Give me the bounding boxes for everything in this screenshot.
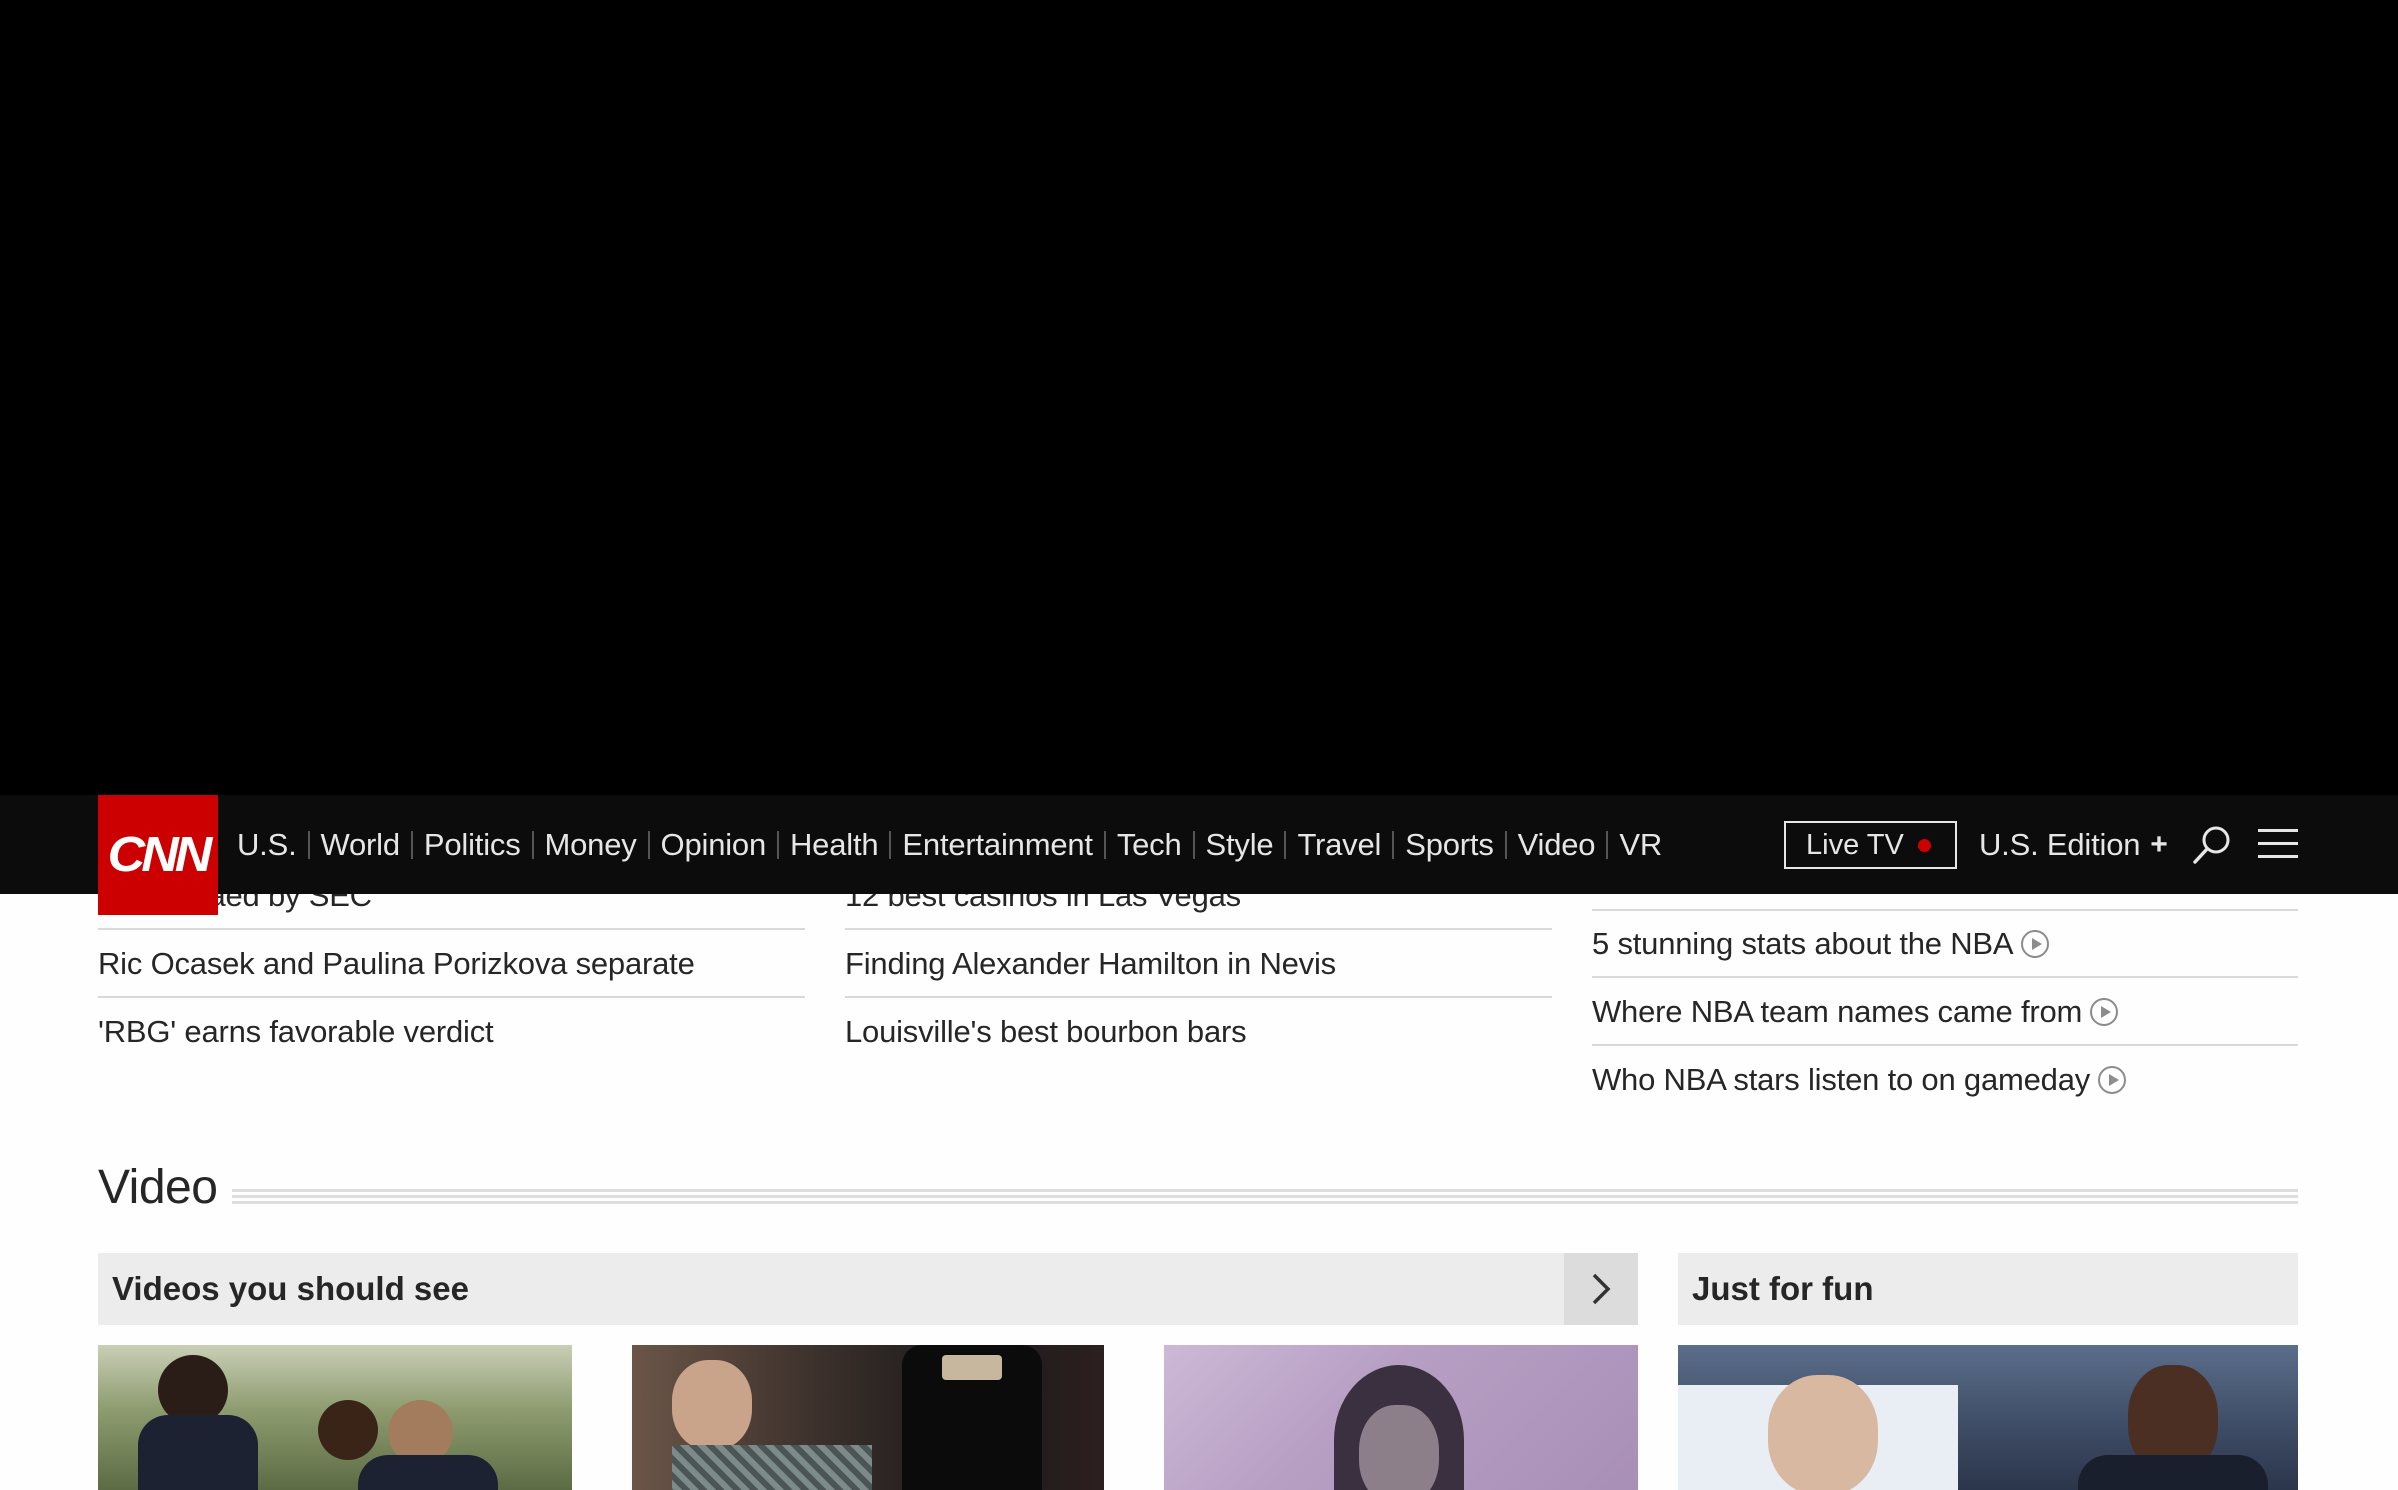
chevron-right-icon [1592,1273,1611,1305]
nav-separator [1504,830,1507,859]
nav-entertainment[interactable]: Entertainment [902,827,1093,863]
divider [845,996,1552,998]
divider [845,928,1552,930]
nav-politics[interactable]: Politics [424,827,521,863]
thumbnail-figure [1768,1375,1878,1490]
story-link[interactable]: Where NBA team names came from [1592,994,2298,1030]
nav-tech[interactable]: Tech [1117,827,1182,863]
nav-vr[interactable]: VR [1619,827,1662,863]
nav-separator [889,830,892,859]
search-icon[interactable] [2190,823,2234,867]
divider [1592,976,2298,978]
nav-world[interactable]: World [321,827,401,863]
story-link[interactable]: Ric Ocasek and Paulina Porizkova separat… [98,946,805,982]
story-link[interactable]: Finding Alexander Hamilton in Nevis [845,946,1552,982]
nav-sports[interactable]: Sports [1405,827,1494,863]
logo-text: CNN [107,827,213,883]
play-icon [2021,929,2050,958]
nav-separator [1284,830,1287,859]
nav-us[interactable]: U.S. [237,827,297,863]
story-text: Where NBA team names came from [1592,994,2083,1029]
play-icon [2098,1065,2127,1094]
thumbnail-figure [318,1400,378,1460]
nav-separator [777,830,779,859]
divider [1592,909,2298,911]
hamburger-menu-icon[interactable] [2258,829,2298,861]
live-tv-button[interactable]: Live TV [1784,821,1957,869]
thumbnail-figure [2078,1455,2268,1490]
video-thumbnail[interactable] [1164,1345,1638,1490]
nav-links: U.S. World Politics Money Opinion Health… [237,795,1662,894]
divider [1592,1044,2298,1046]
plus-icon: + [2150,827,2168,861]
divider [98,996,805,998]
thumbnail-figure [672,1360,752,1450]
nav-separator [1606,830,1609,859]
nav-style[interactable]: Style [1206,827,1274,863]
nav-separator [647,830,650,859]
nav-separator [1192,830,1195,859]
live-tv-label: Live TV [1806,828,1904,861]
play-icon [2090,997,2119,1026]
nav-money[interactable]: Money [545,827,637,863]
thumbnail-figure [358,1455,498,1490]
thumbnail-figure [672,1445,872,1490]
nav-opinion[interactable]: Opinion [661,827,767,863]
edition-label: U.S. Edition [1979,826,2141,862]
nav-separator [531,830,534,859]
story-link[interactable]: Who NBA stars listen to on gameday [1592,1062,2298,1098]
nav-video[interactable]: Video [1518,827,1596,863]
story-link[interactable]: 5 stunning stats about the NBA [1592,926,2298,962]
nav-separator [1392,830,1395,859]
nav-separator [410,830,413,859]
story-link[interactable]: Louisville's best bourbon bars [845,1014,1552,1050]
cnn-logo[interactable]: CNN [98,795,218,915]
video-thumbnail[interactable] [632,1345,1104,1490]
nav-separator [1103,830,1106,859]
live-dot-icon [1918,839,1931,852]
video-ad-area[interactable] [0,0,2398,795]
thumbnail-figure [1359,1405,1439,1490]
section-rule [232,1189,2298,1207]
story-text: Who NBA stars listen to on gameday [1592,1062,2091,1097]
videos-carousel-header: Videos you should see [98,1253,1638,1325]
video-thumbnail[interactable] [1678,1345,2298,1490]
carousel-next-button[interactable] [1564,1253,1638,1325]
section-title: Video [98,1161,218,1214]
story-text: 5 stunning stats about the NBA [1592,926,2014,961]
nav-health[interactable]: Health [790,827,879,863]
fun-label: Just for fun [1692,1270,1874,1307]
carousel-label: Videos you should see [112,1270,469,1307]
video-thumbnail[interactable] [98,1345,572,1490]
nav-travel[interactable]: Travel [1297,827,1381,863]
thumbnail-figure [138,1415,258,1490]
just-for-fun-header: Just for fun [1678,1253,2298,1325]
thumbnail-figure [942,1355,1002,1380]
nav-separator [307,830,310,859]
story-link[interactable]: 'RBG' earns favorable verdict [98,1014,805,1050]
edition-picker[interactable]: U.S. Edition + [1979,795,2168,894]
divider [98,928,805,930]
